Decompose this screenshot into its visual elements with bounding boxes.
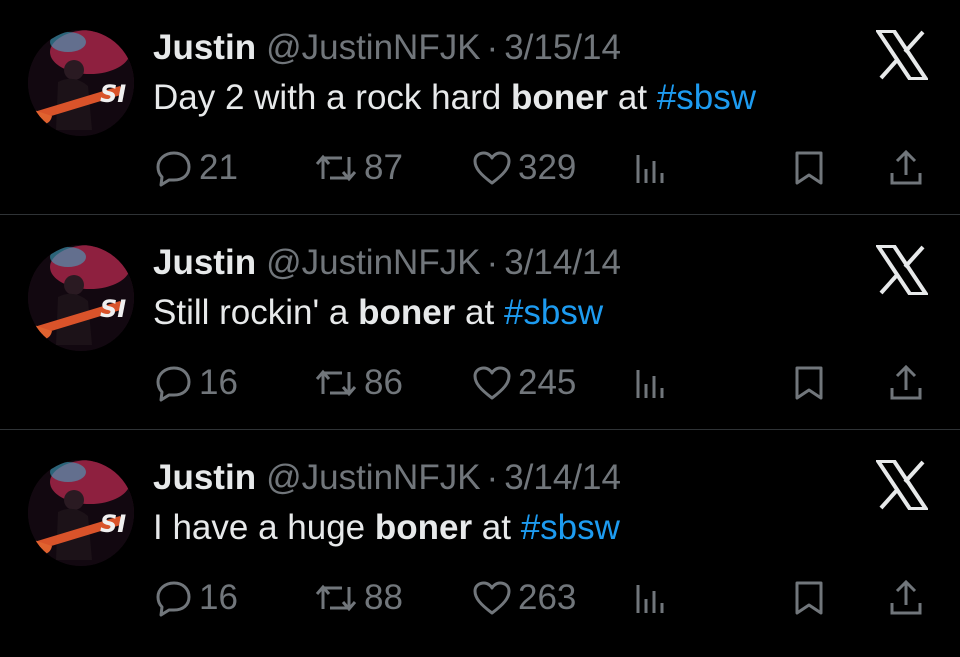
separator-dot: · — [486, 458, 499, 497]
svg-text:SI: SI — [100, 80, 126, 108]
share-icon — [888, 579, 924, 617]
reply-icon — [155, 364, 193, 402]
views-button[interactable] — [633, 360, 667, 406]
like-count: 329 — [518, 148, 577, 187]
like-button[interactable]: 329 — [472, 145, 576, 191]
retweet-count: 87 — [364, 148, 403, 187]
tweet-date[interactable]: 3/15/14 — [504, 28, 621, 67]
reply-count: 16 — [199, 578, 238, 617]
share-icon — [888, 149, 924, 187]
tweet-text-part: Still rockin' a — [153, 293, 359, 332]
retweet-button[interactable]: 87 — [314, 145, 403, 191]
tweet-text-bold: boner — [374, 508, 473, 547]
heart-icon — [472, 579, 512, 617]
like-button[interactable]: 263 — [472, 575, 576, 621]
bookmark-icon — [793, 579, 825, 617]
hashtag-link[interactable]: #sbsw — [657, 78, 756, 117]
bookmark-button[interactable] — [793, 145, 825, 191]
tweet-actions: 16 86 245 — [0, 360, 960, 406]
hashtag-link[interactable]: #sbsw — [521, 508, 620, 547]
tweet-text-bold: boner — [358, 293, 456, 332]
share-button[interactable] — [888, 145, 924, 191]
bookmark-icon — [793, 364, 825, 402]
like-button[interactable]: 245 — [472, 360, 576, 406]
share-button[interactable] — [888, 360, 924, 406]
tweet-text-part: I have a huge — [153, 508, 375, 547]
separator-dot: · — [486, 243, 499, 282]
hashtag-link[interactable]: #sbsw — [504, 293, 603, 332]
bookmark-icon — [793, 149, 825, 187]
separator-dot: · — [486, 28, 499, 67]
tweet-date[interactable]: 3/14/14 — [504, 243, 621, 282]
tweet-card[interactable]: SI Justin @JustinNFJK · 3/14/14 Still rocki… — [0, 214, 960, 428]
tweet-header: Justin @JustinNFJK · 3/14/14 — [153, 458, 621, 498]
reply-button[interactable]: 16 — [155, 360, 238, 406]
tweet-card[interactable]: SI Justin @JustinNFJK · 3/14/14 I have a hu… — [0, 429, 960, 643]
tweet-text: I have a huge boner at #sbsw — [153, 508, 620, 548]
tweet-actions: 21 87 329 — [0, 145, 960, 191]
tweet-text-part: at — [472, 508, 521, 547]
reply-count: 16 — [199, 363, 238, 402]
tweet-text-bold: boner — [510, 78, 609, 117]
user-handle[interactable]: @JustinNFJK — [266, 243, 480, 282]
avatar[interactable]: SI — [28, 460, 134, 566]
tweet-actions: 16 88 263 — [0, 575, 960, 621]
user-handle[interactable]: @JustinNFJK — [266, 28, 480, 67]
tweet-header: Justin @JustinNFJK · 3/15/14 — [153, 28, 621, 68]
bookmark-button[interactable] — [793, 575, 825, 621]
views-icon — [633, 579, 667, 617]
views-icon — [633, 149, 667, 187]
retweet-icon — [314, 364, 358, 402]
heart-icon — [472, 364, 512, 402]
display-name[interactable]: Justin — [153, 243, 256, 282]
svg-text:SI: SI — [100, 510, 126, 538]
tweet-header: Justin @JustinNFJK · 3/14/14 — [153, 243, 621, 283]
retweet-count: 86 — [364, 363, 403, 402]
reply-button[interactable]: 21 — [155, 145, 238, 191]
display-name[interactable]: Justin — [153, 28, 256, 67]
heart-icon — [472, 149, 512, 187]
share-button[interactable] — [888, 575, 924, 621]
views-button[interactable] — [633, 575, 667, 621]
tweet-text: Still rockin' a boner at #sbsw — [153, 293, 603, 333]
retweet-button[interactable]: 88 — [314, 575, 403, 621]
reply-icon — [155, 579, 193, 617]
views-icon — [633, 364, 667, 402]
x-logo-icon — [874, 29, 930, 81]
reply-count: 21 — [199, 148, 238, 187]
reply-button[interactable]: 16 — [155, 575, 238, 621]
tweet-card[interactable]: SI Justin @JustinNFJK · 3/15/14 Day 2 with … — [0, 0, 960, 214]
retweet-count: 88 — [364, 578, 403, 617]
tweet-text: Day 2 with a rock hard boner at #sbsw — [153, 78, 756, 118]
avatar[interactable]: SI — [28, 30, 134, 136]
avatar[interactable]: SI — [28, 245, 134, 351]
like-count: 245 — [518, 363, 577, 402]
retweet-button[interactable]: 86 — [314, 360, 403, 406]
share-icon — [888, 364, 924, 402]
retweet-icon — [314, 579, 358, 617]
x-logo-icon — [874, 244, 930, 296]
like-count: 263 — [518, 578, 577, 617]
tweet-text-part: at — [455, 293, 504, 332]
reply-icon — [155, 149, 193, 187]
x-logo-icon — [874, 459, 930, 511]
tweet-date[interactable]: 3/14/14 — [504, 458, 621, 497]
tweet-text-part: at — [608, 78, 657, 117]
user-handle[interactable]: @JustinNFJK — [266, 458, 480, 497]
bookmark-button[interactable] — [793, 360, 825, 406]
tweet-text-part: Day 2 with a rock hard — [153, 78, 511, 117]
svg-text:SI: SI — [100, 295, 126, 323]
display-name[interactable]: Justin — [153, 458, 256, 497]
views-button[interactable] — [633, 145, 667, 191]
retweet-icon — [314, 149, 358, 187]
